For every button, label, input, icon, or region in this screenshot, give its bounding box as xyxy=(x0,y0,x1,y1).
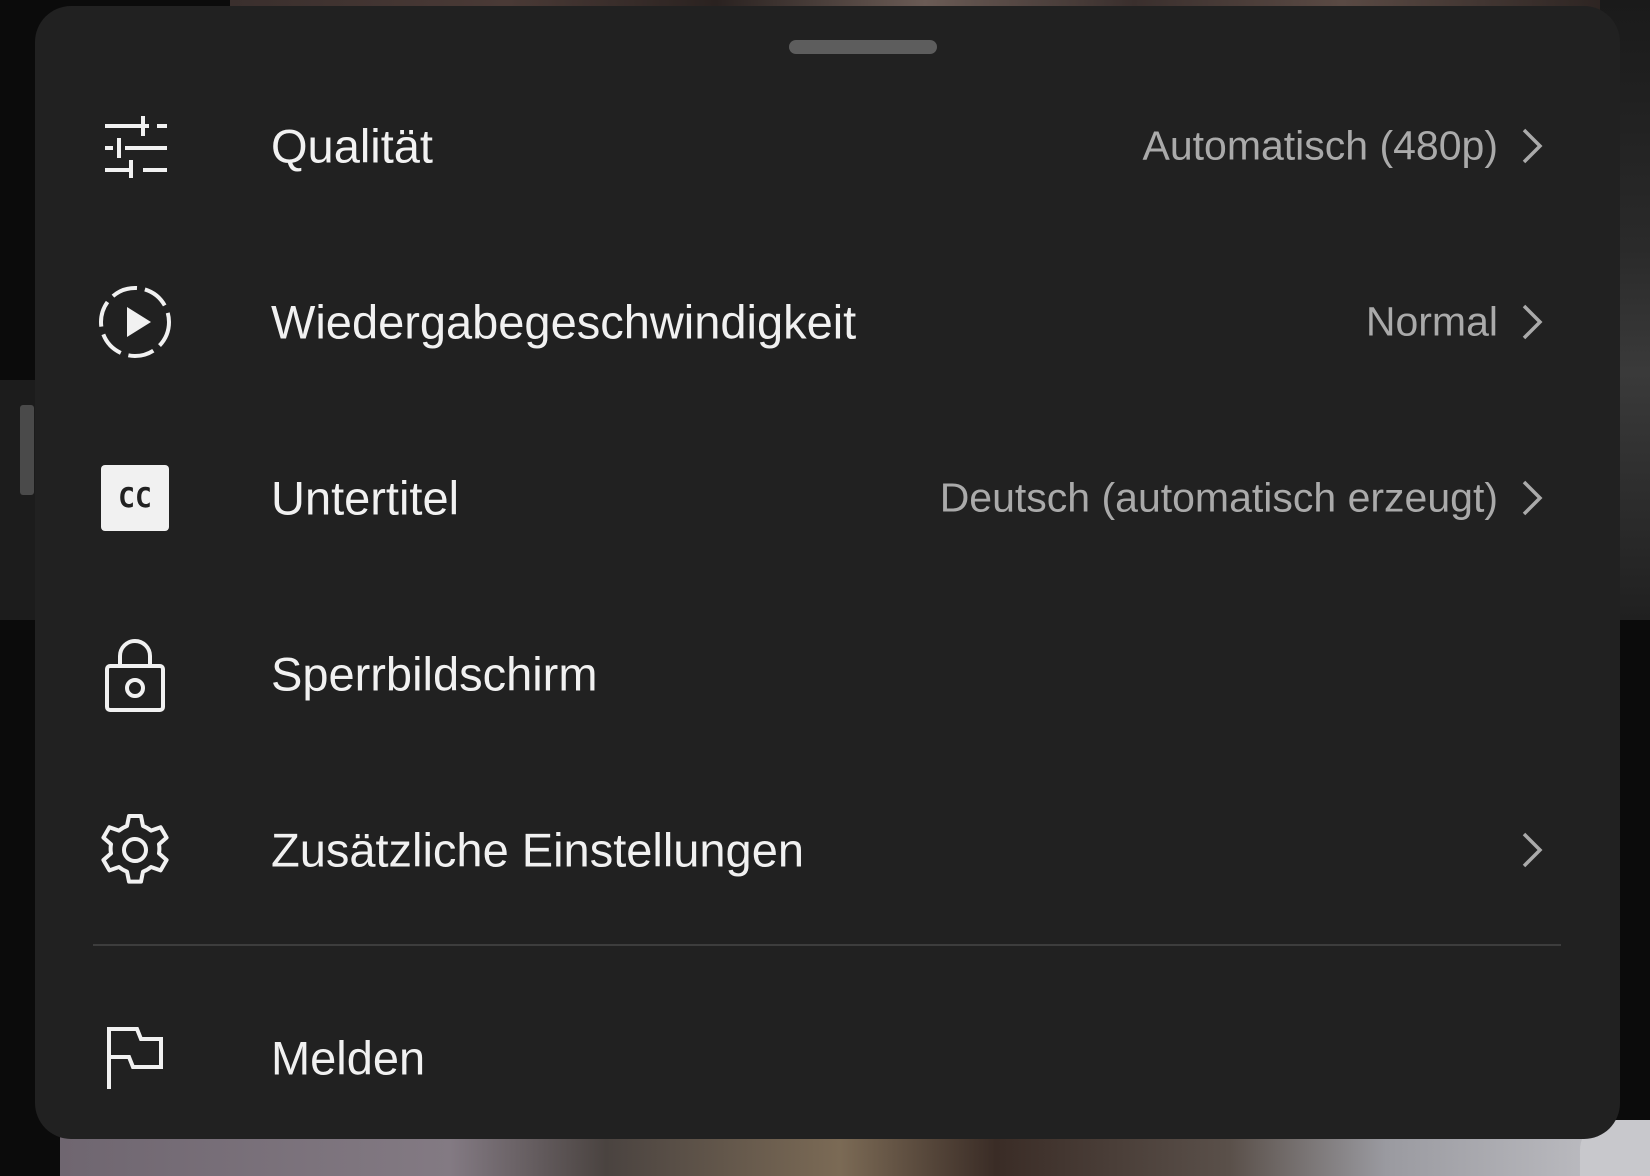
menu-item-lock-screen[interactable]: Sperrbildschirm xyxy=(35,586,1620,762)
video-background-left-bar xyxy=(20,405,34,495)
menu-item-label: Wiedergabegeschwindigkeit xyxy=(271,295,857,349)
menu-item-label: Untertitel xyxy=(271,471,460,525)
chevron-right-icon xyxy=(1522,480,1543,516)
menu-item-quality[interactable]: Qualität Automatisch (480p) xyxy=(35,58,1620,234)
menu-item-label: Qualität xyxy=(271,119,433,173)
menu-item-subtitles[interactable]: CC Untertitel Deutsch (automatisch erzeu… xyxy=(35,410,1620,586)
chevron-right-icon xyxy=(1522,832,1543,868)
menu-item-report[interactable]: Melden xyxy=(35,970,1620,1146)
gear-icon xyxy=(95,810,175,890)
sliders-icon xyxy=(95,106,175,186)
closed-captions-icon: CC xyxy=(95,458,175,538)
menu-item-label: Sperrbildschirm xyxy=(271,647,598,701)
menu-item-label: Zusätzliche Einstellungen xyxy=(271,823,804,877)
menu-item-playback-speed[interactable]: Wiedergabegeschwindigkeit Normal xyxy=(35,234,1620,410)
flag-icon xyxy=(95,1018,175,1098)
menu-item-value: Normal xyxy=(1365,298,1498,345)
menu-item-additional-settings[interactable]: Zusätzliche Einstellungen xyxy=(35,762,1620,938)
menu-divider xyxy=(93,944,1561,946)
menu-item-value: Automatisch (480p) xyxy=(1142,122,1498,169)
playback-speed-icon xyxy=(95,282,175,362)
menu-item-label: Melden xyxy=(271,1031,426,1085)
closed-captions-icon-text: CC xyxy=(118,481,152,514)
chevron-right-icon xyxy=(1522,128,1543,164)
menu-item-value: Deutsch (automatisch erzeugt) xyxy=(939,474,1498,521)
settings-bottom-sheet: Qualität Automatisch (480p) Wiedergabege… xyxy=(35,6,1620,1139)
lock-icon xyxy=(95,634,175,714)
chevron-right-icon xyxy=(1522,304,1543,340)
drag-handle[interactable] xyxy=(789,40,937,54)
